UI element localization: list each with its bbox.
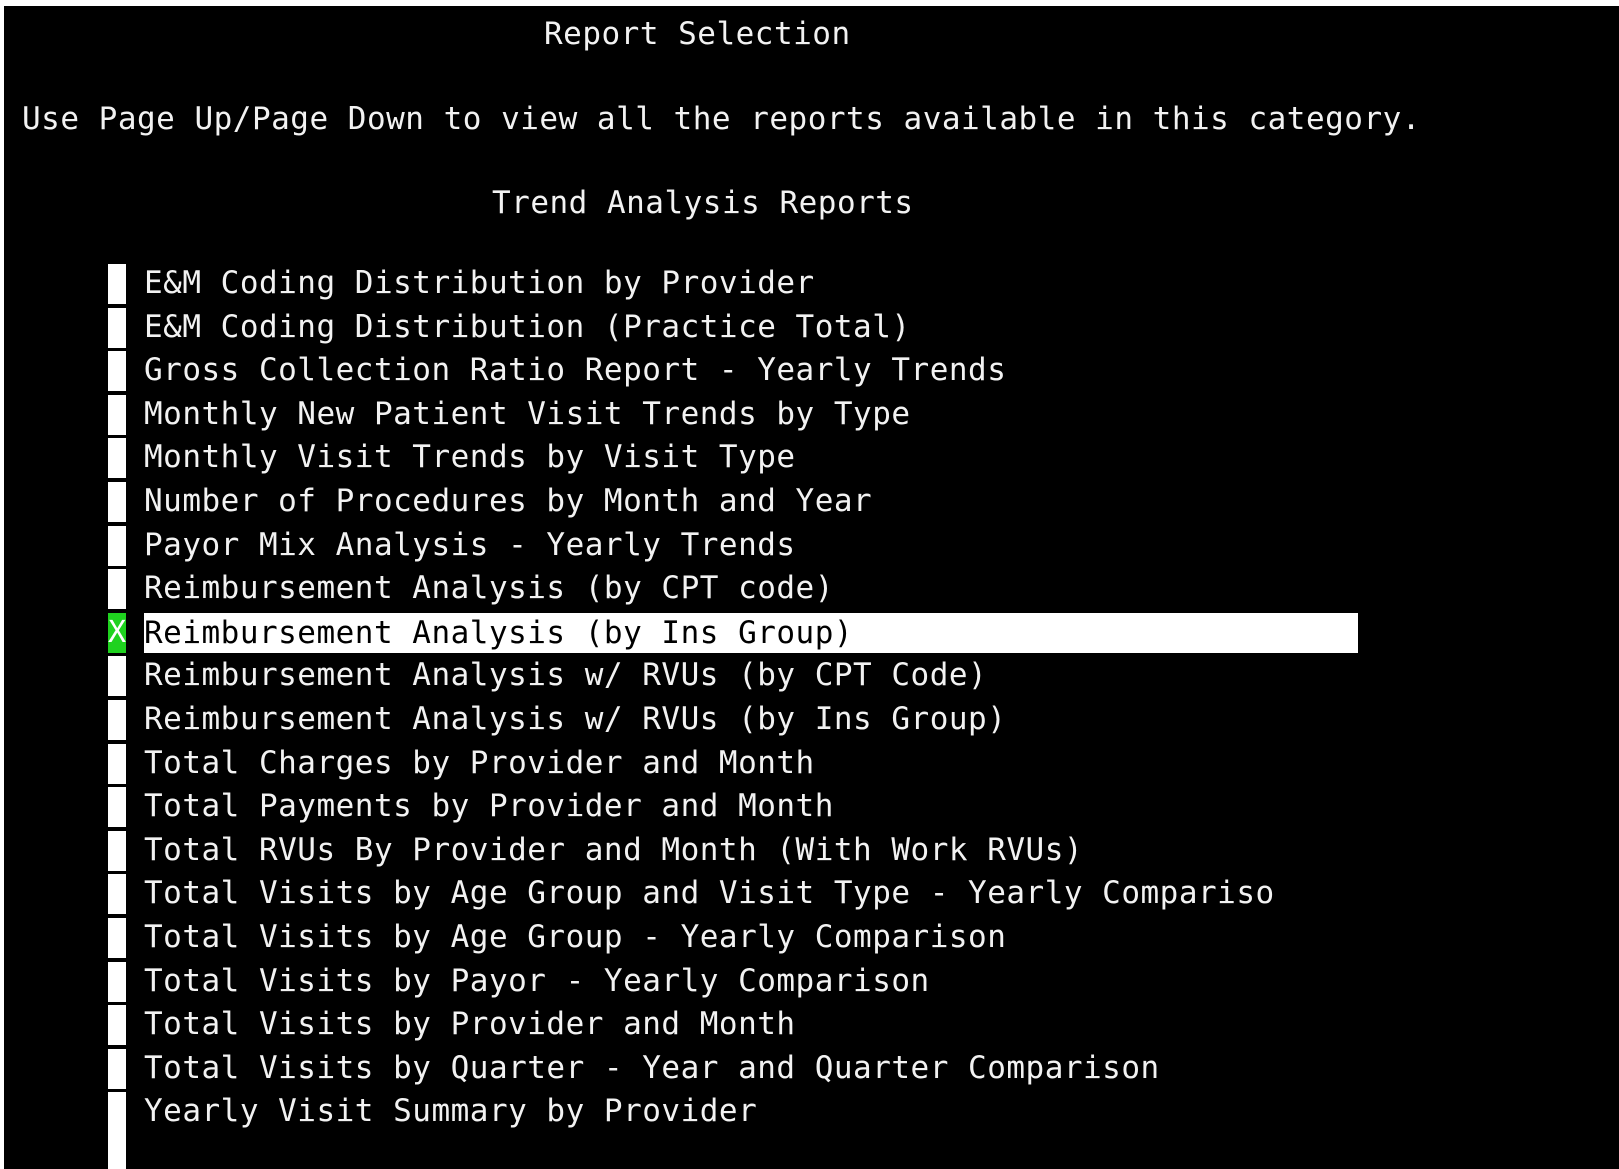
report-selection-field[interactable] (108, 264, 126, 304)
report-selection-field[interactable] (108, 917, 126, 958)
report-name[interactable]: Monthly Visit Trends by Visit Type (144, 436, 796, 479)
report-name[interactable]: Total Visits by Provider and Month (144, 1003, 796, 1046)
report-row[interactable]: Total Charges by Provider and Month (4, 742, 1619, 786)
report-row[interactable]: Payor Mix Analysis - Yearly Trends (4, 524, 1619, 568)
report-name[interactable]: Total Visits by Age Group - Yearly Compa… (144, 916, 1006, 959)
report-row[interactable]: Reimbursement Analysis w/ RVUs (by CPT C… (4, 654, 1619, 698)
report-selection-field[interactable] (108, 830, 126, 871)
report-name[interactable]: E&M Coding Distribution (Practice Total) (144, 306, 911, 349)
report-selection-field[interactable] (108, 656, 126, 697)
category-heading: Trend Analysis Reports (492, 185, 914, 221)
screen-title: Report Selection (544, 16, 851, 52)
report-row[interactable]: Total Visits by Quarter - Year and Quart… (4, 1047, 1619, 1091)
report-selection-field[interactable] (108, 1005, 126, 1046)
report-selection-field-next-page[interactable] (108, 1108, 126, 1169)
report-selection-field[interactable] (108, 787, 126, 828)
report-selection-field[interactable] (108, 438, 126, 479)
report-name[interactable]: Total RVUs By Provider and Month (With W… (144, 829, 1083, 872)
report-name[interactable]: E&M Coding Distribution by Provider (144, 262, 815, 305)
report-selection-field[interactable] (108, 351, 126, 392)
instructions-text: Use Page Up/Page Down to view all the re… (22, 101, 1421, 137)
report-row[interactable]: Total RVUs By Provider and Month (With W… (4, 829, 1619, 873)
report-name[interactable]: Yearly Visit Summary by Provider (144, 1090, 757, 1133)
report-selection-field[interactable] (108, 874, 126, 915)
report-name[interactable]: Payor Mix Analysis - Yearly Trends (144, 524, 796, 567)
report-name[interactable]: Reimbursement Analysis w/ RVUs (by Ins G… (144, 698, 1006, 741)
report-selection-field[interactable] (108, 743, 126, 784)
report-row[interactable]: Total Visits by Provider and Month (4, 1003, 1619, 1047)
report-selection-field[interactable] (108, 481, 126, 522)
report-name[interactable]: Total Visits by Quarter - Year and Quart… (144, 1047, 1160, 1090)
report-name[interactable]: Reimbursement Analysis (by Ins Group) (144, 612, 1358, 653)
report-row[interactable]: Total Payments by Provider and Month (4, 785, 1619, 829)
report-name[interactable]: Total Payments by Provider and Month (144, 785, 834, 828)
report-row[interactable]: E&M Coding Distribution (Practice Total) (4, 306, 1619, 350)
terminal-screen: Report Selection Use Page Up/Page Down t… (4, 6, 1619, 1169)
report-row[interactable]: Monthly New Patient Visit Trends by Type (4, 393, 1619, 437)
report-name[interactable]: Reimbursement Analysis (by CPT code) (144, 567, 834, 610)
report-row[interactable]: Yearly Visit Summary by Provider (4, 1090, 1619, 1134)
report-selection-field[interactable] (108, 699, 126, 740)
report-row[interactable]: X Reimbursement Analysis (by Ins Group) (4, 611, 1619, 655)
report-name[interactable]: Total Charges by Provider and Month (144, 742, 815, 785)
report-selection-field[interactable]: X (108, 612, 126, 653)
report-row[interactable]: Reimbursement Analysis (by CPT code) (4, 567, 1619, 611)
report-list: E&M Coding Distribution by Provider E&M C… (4, 262, 1619, 1134)
report-selection-field[interactable] (108, 1048, 126, 1089)
report-name[interactable]: Total Visits by Payor - Yearly Compariso… (144, 960, 930, 1003)
report-selection-field[interactable] (108, 394, 126, 435)
report-selection-field[interactable] (108, 525, 126, 566)
report-name[interactable]: Number of Procedures by Month and Year (144, 480, 872, 523)
report-row[interactable]: Total Visits by Payor - Yearly Compariso… (4, 960, 1619, 1004)
report-selection-field[interactable] (108, 961, 126, 1002)
report-row[interactable]: Monthly Visit Trends by Visit Type (4, 436, 1619, 480)
report-name[interactable]: Monthly New Patient Visit Trends by Type (144, 393, 911, 436)
report-name[interactable]: Reimbursement Analysis w/ RVUs (by CPT C… (144, 654, 987, 697)
report-name[interactable]: Gross Collection Ratio Report - Yearly T… (144, 349, 1006, 392)
report-selection-field[interactable] (108, 569, 126, 610)
report-row[interactable]: Number of Procedures by Month and Year (4, 480, 1619, 524)
report-row[interactable]: Gross Collection Ratio Report - Yearly T… (4, 349, 1619, 393)
report-row[interactable]: E&M Coding Distribution by Provider (4, 262, 1619, 306)
report-row[interactable]: Reimbursement Analysis w/ RVUs (by Ins G… (4, 698, 1619, 742)
report-selection-field[interactable] (108, 307, 126, 348)
report-row[interactable]: Total Visits by Age Group and Visit Type… (4, 872, 1619, 916)
report-row[interactable]: Total Visits by Age Group - Yearly Compa… (4, 916, 1619, 960)
report-name[interactable]: Total Visits by Age Group and Visit Type… (144, 872, 1275, 915)
